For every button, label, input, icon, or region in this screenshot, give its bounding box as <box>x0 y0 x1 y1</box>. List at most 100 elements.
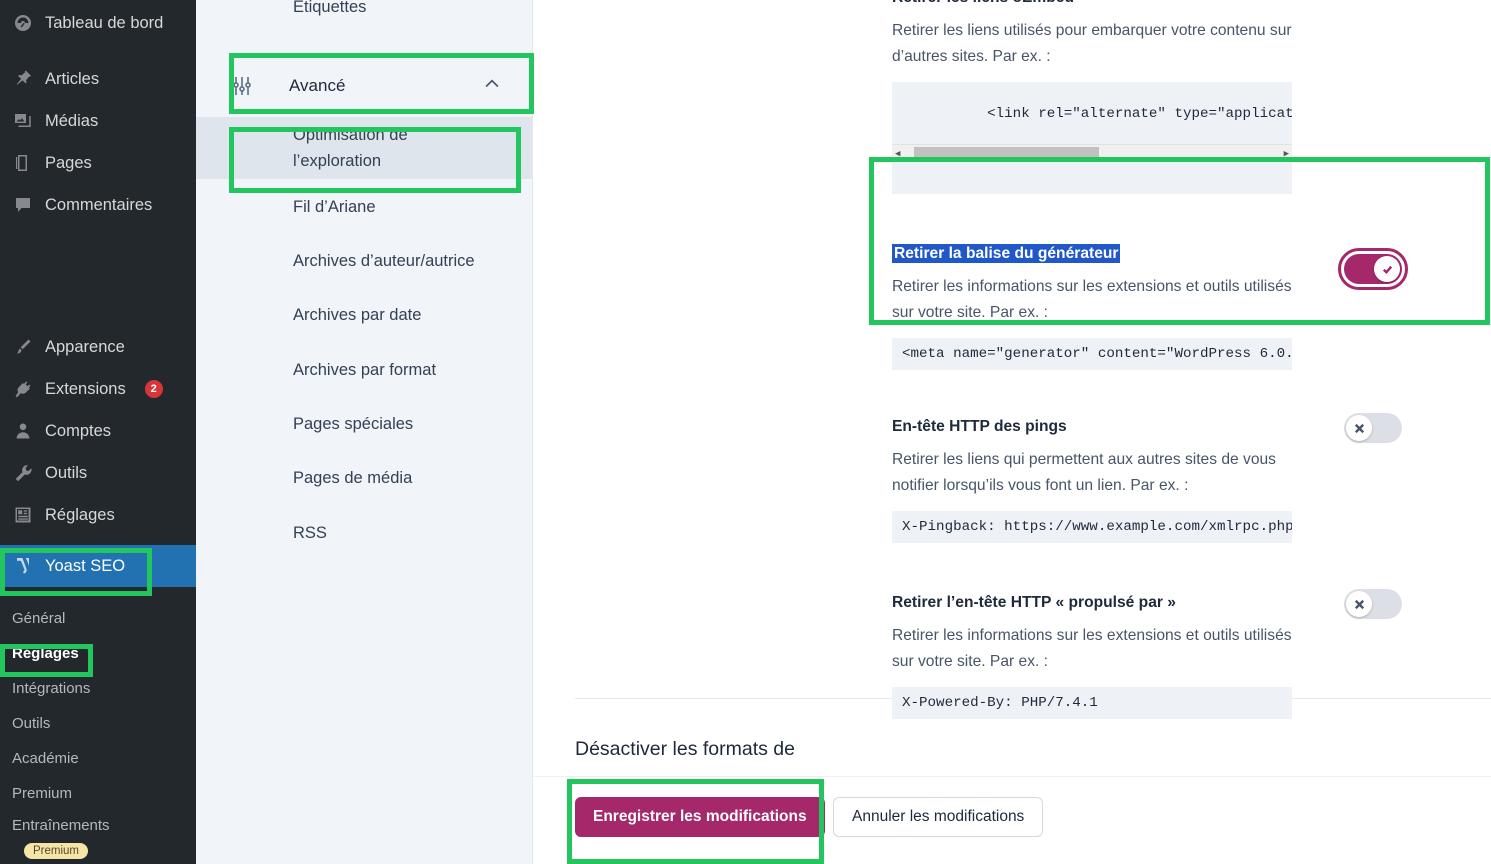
nav-item-pages-speciales[interactable]: Pages spéciales <box>196 397 532 451</box>
toggle-track <box>1344 254 1402 284</box>
setting-code-example: X-Pingback: https://www.example.com/xmlr… <box>892 511 1292 543</box>
scroll-right-arrow-icon[interactable]: ▶ <box>1284 149 1289 159</box>
check-icon <box>1382 265 1392 274</box>
pages-icon <box>12 152 34 174</box>
setting-code-example: <meta name="generator" content="WordPres… <box>892 338 1292 370</box>
nav-item-pages-media[interactable]: Pages de média <box>196 451 532 505</box>
sidebar-item-label: Pages <box>45 153 92 172</box>
sidebar-item-tools[interactable]: Outils <box>0 452 196 494</box>
nav-item-rss[interactable]: RSS <box>196 505 532 560</box>
sidebar-item-label: Comptes <box>45 421 112 440</box>
sidebar-item-label: Médias <box>45 111 99 130</box>
sidebar-subitem-general[interactable]: Général <box>0 601 196 636</box>
x-icon <box>1354 599 1364 609</box>
yoast-settings-nav: Étiquettes Avancé Optimisation de l’expl… <box>196 0 533 864</box>
sidebar-item-plugins[interactable]: Extensions 2 <box>0 368 196 410</box>
sliders-icon <box>230 74 256 98</box>
sidebar-subitem-reglages[interactable]: Réglages <box>0 636 196 671</box>
code-horizontal-scrollbar[interactable]: ◀ ▶ <box>892 144 1292 162</box>
sidebar-item-label: Articles <box>45 69 100 88</box>
sidebar-item-settings[interactable]: Réglages <box>0 494 196 536</box>
setting-code-example: X-Powered-By: PHP/7.4.1 <box>892 687 1292 719</box>
nav-item-archives-format[interactable]: Archives par format <box>196 342 532 397</box>
section-title-text: Désactiver les formats de <box>575 738 795 760</box>
toggle-knob <box>1374 256 1400 282</box>
sidebar-subitem-entrainements[interactable]: Entraînements <box>0 811 196 841</box>
save-button[interactable]: Enregistrer les modifications <box>575 797 825 837</box>
nav-item-fil-ariane[interactable]: Fil d’Ariane <box>196 179 532 234</box>
setting-title: Retirer l’en-tête HTTP « propulsé par » <box>892 594 1176 611</box>
sidebar-item-label: Extensions <box>45 379 126 398</box>
scroll-left-arrow-icon[interactable]: ◀ <box>895 149 900 159</box>
sidebar-item-medias[interactable]: Médias <box>0 100 196 142</box>
nav-item-label: Archives par format <box>293 360 437 379</box>
sidebar-item-articles[interactable]: Articles <box>0 58 196 100</box>
setting-title: En-tête HTTP des pings <box>892 418 1067 435</box>
sidebar-subitem-integrations[interactable]: Intégrations <box>0 671 196 706</box>
nav-item-label: Pages de média <box>293 469 413 487</box>
sidebar-item-label: Réglages <box>45 505 115 524</box>
setting-remove-generator-tag: Retirer la balise du générateur Retirer … <box>892 244 1408 370</box>
save-bar: Enregistrer les modifications Annuler le… <box>533 776 1491 864</box>
status-badge: 2 <box>144 380 163 398</box>
sidebar-item-label: Tableau de bord <box>45 13 164 32</box>
brush-icon <box>12 336 34 358</box>
main-content: Désactiver les formats de Retirer les li… <box>533 0 1491 864</box>
plugin-icon <box>12 378 34 400</box>
sidebar-subitem-outils[interactable]: Outils <box>0 706 196 741</box>
sidebar-item-users[interactable]: Comptes <box>0 410 196 452</box>
sidebar-item-label: Apparence <box>45 337 125 356</box>
nav-item-label: Archives par date <box>293 306 422 324</box>
section-title-disable-formats: Désactiver les formats de <box>575 738 875 761</box>
sidebar-item-pages[interactable]: Pages <box>0 142 196 184</box>
setting-title-selected-text: Retirer la balise du générateur <box>892 244 1121 263</box>
sidebar-item-label: Outils <box>45 463 88 482</box>
pin-icon <box>12 68 34 90</box>
sidebar-subitem-label: Outils <box>12 715 51 732</box>
toggle-knob <box>1346 591 1372 617</box>
setting-remove-oembed-links: Retirer les liens oEmbed Retirer les lie… <box>892 0 1402 194</box>
setting-description: Retirer les liens qui permettent aux aut… <box>892 451 1276 494</box>
wp-admin-sidebar: Tableau de bord Articles Médias Pages Co… <box>0 0 196 864</box>
setting-code-example: <link rel="alternate" type="application/… <box>892 82 1292 194</box>
setting-description: Retirer les informations sur les extensi… <box>892 278 1292 321</box>
sidebar-subitem-academie[interactable]: Académie <box>0 741 196 776</box>
sidebar-item-label: Yoast SEO <box>45 556 126 575</box>
scrollbar-thumb[interactable] <box>914 147 1100 160</box>
setting-http-pings-header: En-tête HTTP des pings Retirer les liens… <box>892 413 1402 543</box>
premium-badge: Premium <box>24 843 89 859</box>
nav-group-avance[interactable]: Avancé <box>196 55 532 117</box>
media-icon <box>12 110 34 132</box>
nav-item-archives-auteur[interactable]: Archives d’auteur/autrice <box>196 234 532 288</box>
nav-item-optimisation-exploration[interactable]: Optimisation de l’exploration <box>196 117 532 179</box>
nav-item-label: Archives d’auteur/autrice <box>293 252 475 270</box>
sidebar-subitem-label: Premium <box>12 785 73 802</box>
setting-remove-powered-by-header: Retirer l’en-tête HTTP « propulsé par » … <box>892 589 1402 719</box>
setting-description: Retirer les liens utilisés pour embarque… <box>892 22 1292 65</box>
toggle-knob <box>1346 415 1372 441</box>
sidebar-item-yoast-seo[interactable]: Yoast SEO <box>0 545 196 587</box>
toggle-track <box>1344 413 1402 443</box>
chevron-up-icon[interactable] <box>482 74 502 99</box>
nav-item-label: Optimisation de l’exploration <box>293 126 408 170</box>
nav-item-label: Pages spéciales <box>293 415 414 433</box>
sidebar-item-dashboard[interactable]: Tableau de bord <box>0 2 196 44</box>
sidebar-item-comments[interactable]: Commentaires <box>0 184 196 226</box>
user-icon <box>12 420 34 442</box>
sidebar-subitem-premium[interactable]: Premium <box>0 776 196 811</box>
toggle-remove-powered-by-header[interactable] <box>1344 589 1402 619</box>
sidebar-item-label: Commentaires <box>45 195 153 214</box>
sidebar-subitem-label: Entraînements <box>12 817 110 834</box>
cancel-button[interactable]: Annuler les modifications <box>833 797 1044 837</box>
sidebar-subitem-label: Réglages <box>12 645 79 662</box>
toggle-track <box>1344 589 1402 619</box>
toggle-remove-generator-tag[interactable] <box>1338 248 1408 290</box>
nav-item-etiquettes[interactable]: Étiquettes <box>196 0 532 17</box>
x-icon <box>1354 423 1364 433</box>
setting-description: Retirer les informations sur les extensi… <box>892 627 1292 670</box>
toggle-http-pings-header[interactable] <box>1344 413 1402 443</box>
nav-item-archives-date[interactable]: Archives par date <box>196 288 532 342</box>
sidebar-item-appearance[interactable]: Apparence <box>0 326 196 368</box>
settings-list: Retirer les liens oEmbed Retirer les lie… <box>892 0 1408 859</box>
nav-group-label: Avancé <box>289 76 346 95</box>
